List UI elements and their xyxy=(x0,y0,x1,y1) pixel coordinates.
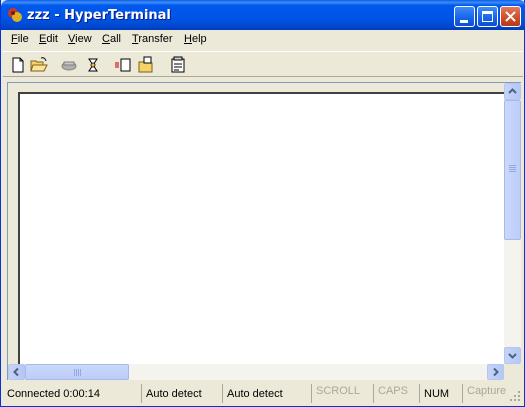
minimize-button[interactable] xyxy=(454,6,475,27)
menu-edit[interactable]: Edit xyxy=(39,33,58,45)
horizontal-scrollbar[interactable] xyxy=(8,364,504,380)
menu-transfer[interactable]: Transfer xyxy=(132,33,173,45)
toolbar xyxy=(3,51,523,77)
menu-help[interactable]: Help xyxy=(184,33,207,45)
menu-call[interactable]: Call xyxy=(102,33,121,45)
chevron-left-icon xyxy=(13,367,19,377)
status-scroll: SCROLL xyxy=(311,384,373,403)
maximize-icon xyxy=(482,11,493,22)
disconnect-icon[interactable] xyxy=(84,56,102,74)
status-detect-2: Auto detect xyxy=(222,384,311,403)
properties-icon[interactable] xyxy=(169,56,187,74)
resize-grip-icon[interactable] xyxy=(509,390,521,402)
scrollbar-corner xyxy=(504,364,521,380)
window-title: zzz - HyperTerminal xyxy=(27,8,171,23)
terminal-frame xyxy=(7,82,521,380)
chevron-right-icon xyxy=(493,367,499,377)
title-bar[interactable]: zzz - HyperTerminal xyxy=(1,0,525,30)
minimize-icon xyxy=(460,20,468,23)
scroll-up-button[interactable] xyxy=(504,83,521,100)
status-connected: Connected 0:00:14 xyxy=(7,388,100,400)
status-num: NUM xyxy=(419,384,462,403)
menu-view[interactable]: View xyxy=(68,33,92,45)
menu-file[interactable]: File xyxy=(11,33,29,45)
chevron-up-icon xyxy=(508,88,517,94)
receive-file-icon[interactable] xyxy=(137,56,155,74)
status-caps: CAPS xyxy=(373,384,419,403)
status-bar: Connected 0:00:14 Auto detect Auto detec… xyxy=(3,382,523,404)
horizontal-scroll-thumb[interactable] xyxy=(25,364,129,380)
call-icon[interactable] xyxy=(60,56,78,74)
close-icon xyxy=(505,11,516,22)
status-detect-1: Auto detect xyxy=(141,384,222,403)
vertical-scroll-thumb[interactable] xyxy=(504,100,521,240)
open-icon[interactable] xyxy=(30,56,48,74)
menu-bar: File Edit View Call Transfer Help xyxy=(3,30,523,49)
new-connection-icon[interactable] xyxy=(9,56,27,74)
close-button[interactable] xyxy=(500,6,521,27)
maximize-button[interactable] xyxy=(477,6,498,27)
vertical-scrollbar[interactable] xyxy=(504,83,521,364)
hyperterminal-icon xyxy=(8,8,22,22)
chevron-down-icon xyxy=(508,353,517,359)
scroll-down-button[interactable] xyxy=(504,347,521,364)
hyperterminal-window: zzz - HyperTerminal File Edit View Call … xyxy=(0,0,525,407)
scroll-left-button[interactable] xyxy=(8,364,25,380)
send-file-icon[interactable] xyxy=(114,56,132,74)
scroll-right-button[interactable] xyxy=(487,364,504,380)
terminal-screen[interactable] xyxy=(18,92,505,364)
